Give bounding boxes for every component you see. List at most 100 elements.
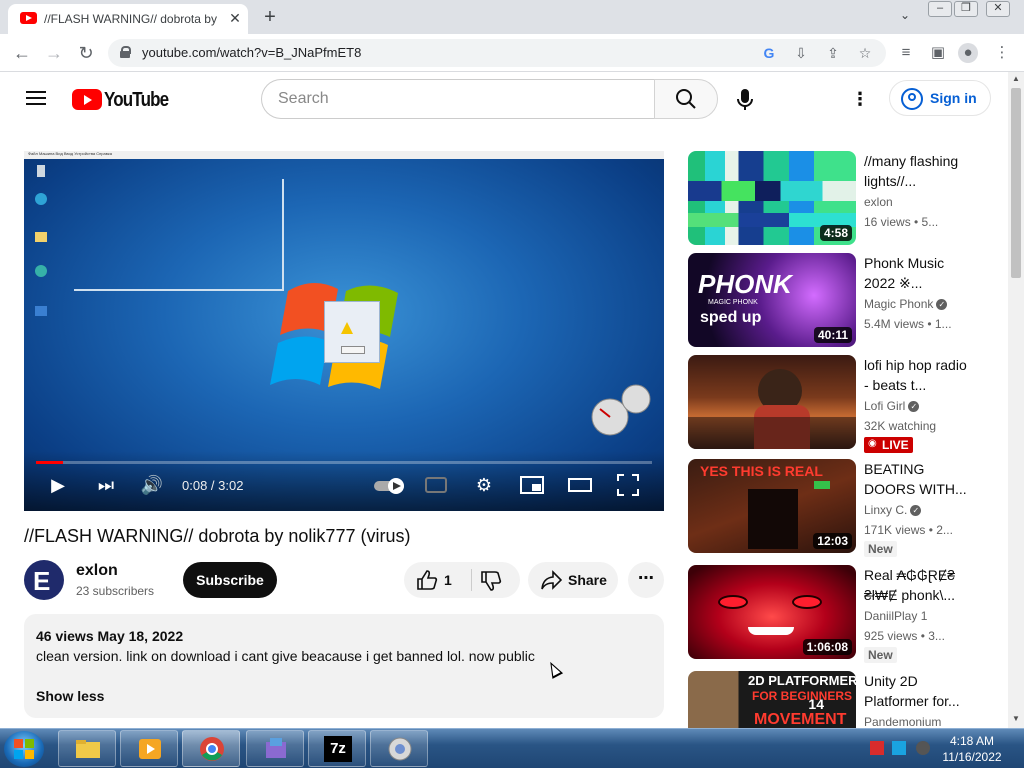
back-arrow-icon[interactable]: ← [10,41,34,65]
recommendation-title[interactable]: //many flashing lights//... [864,151,974,191]
more-options-icon[interactable]: ⋮ [850,88,870,110]
tab-search-chevron-icon[interactable]: ⌄ [896,8,914,26]
bookmark-star-icon[interactable]: ☆ [856,44,874,62]
recommendation-thumbnail[interactable] [688,355,856,449]
volume-icon[interactable]: 🔊 [140,473,164,497]
window-outline [74,179,284,291]
recommendation-channel[interactable]: Lofi Girl ✓ [864,399,920,413]
page-scrollbar[interactable]: ▲ ▼ [1008,72,1024,728]
browser-menu-icon[interactable]: ⋮ [992,43,1012,63]
thumbs-down-icon[interactable] [480,570,502,592]
recommendation-item[interactable]: 1:06:08 Real ₳₲₲ⱤɆ₴ ₴ł₩Ɇ phonk\... Danii… [688,565,988,663]
miniplayer-icon[interactable] [520,473,544,497]
recommendation-item[interactable]: PHONK MAGIC PHONK sped up 40:11 Phonk Mu… [688,253,988,347]
recommendation-thumbnail[interactable]: PHONK MAGIC PHONK sped up 40:11 [688,253,856,347]
duration-badge: 1:06:08 [802,639,852,655]
sign-in-button[interactable]: Sign in [889,80,991,116]
recommendation-title[interactable]: lofi hip hop radio - beats t... [864,355,974,395]
network-tray-icon[interactable] [892,741,906,755]
subscribe-button[interactable]: Subscribe [183,562,277,598]
browser-tab-bar: //FLASH WARNING// dobrota by ✕ + ⌄ – ❐ ✕ [0,0,1024,34]
installer-taskbar-button[interactable] [246,730,304,767]
autoplay-toggle-icon[interactable] [372,473,408,497]
youtube-page: YouTube Search ⋮ Sign in Файл Машина Вид… [0,72,1008,728]
recommendation-thumbnail[interactable]: 1:06:08 [688,565,856,659]
chrome-taskbar-button[interactable] [182,730,240,767]
show-less-button[interactable]: Show less [36,688,104,704]
address-bar[interactable]: youtube.com/watch?v=B_JNaPfmET8 G ⇩ ⇪ ☆ [108,39,886,67]
scrollbar-thumb[interactable] [1011,88,1021,278]
recommendation-item[interactable]: 2D PLATFORMER FOR BEGINNERS MOVEMENT 14 … [688,671,988,728]
clock-time: 4:18 AM [949,734,995,748]
channel-avatar[interactable]: E [24,560,64,600]
theater-mode-icon[interactable] [568,473,592,497]
new-badge: New [864,541,897,557]
tab-close-button[interactable]: ✕ [226,9,244,27]
like-divider [471,569,472,591]
recommendation-channel[interactable]: Linxy C. ✓ [864,503,922,517]
share-label: Share [568,572,607,588]
fullscreen-icon[interactable] [616,473,640,497]
recommendation-title[interactable]: Phonk Music 2022 ※... [864,253,974,293]
thumbs-up-icon[interactable] [416,569,438,591]
duration-badge: 14 [808,696,824,712]
scroll-up-arrow-icon[interactable]: ▲ [1011,74,1021,83]
search-input[interactable]: Search [261,79,655,119]
7zip-taskbar-button[interactable]: 7z [308,730,366,767]
minimize-button[interactable]: – [928,1,952,17]
recommendation-channel[interactable]: DaniilPlay 1 [864,609,927,623]
recommendation-item[interactable]: lofi hip hop radio - beats t... Lofi Gir… [688,355,988,453]
flag-tray-icon[interactable] [870,741,884,755]
system-clock[interactable]: 4:18 AM 11/16/2022 [942,733,1002,765]
recommendation-title[interactable]: Real ₳₲₲ⱤɆ₴ ₴ł₩Ɇ phonk\... [864,565,974,605]
volume-tray-icon[interactable] [916,741,930,755]
7zip-icon: 7z [324,736,352,762]
captions-icon[interactable] [424,473,448,497]
scroll-down-arrow-icon[interactable]: ▼ [1011,714,1021,723]
recommendation-thumbnail[interactable]: 4:58 [688,151,856,245]
channel-name[interactable]: exlon [76,562,118,580]
more-actions-icon[interactable]: ⋯ [628,562,664,598]
share-page-icon[interactable]: ⇪ [824,44,842,62]
video-title: //FLASH WARNING// dobrota by nolik777 (v… [24,526,411,546]
start-button[interactable] [4,731,44,767]
reading-list-icon[interactable]: ≡ [896,43,916,63]
recommendation-thumbnail[interactable]: 2D PLATFORMER FOR BEGINNERS MOVEMENT 14 [688,671,856,728]
install-app-icon[interactable]: ⇩ [792,44,810,62]
recommendation-title[interactable]: Unity 2D Platformer for... [864,671,974,711]
recommendation-thumbnail[interactable]: YES THIS IS REAL 12:03 [688,459,856,553]
hamburger-menu-icon[interactable] [26,90,46,106]
new-tab-button[interactable]: + [258,6,282,30]
youtube-logo[interactable]: YouTube [72,89,172,111]
forward-arrow-icon[interactable]: → [42,41,66,65]
verified-check-icon: ✓ [908,401,920,413]
recommendation-item[interactable]: YES THIS IS REAL 12:03 BEATING DOORS WIT… [688,459,988,557]
recommendation-title[interactable]: BEATING DOORS WITH... [864,459,974,499]
lock-icon[interactable] [120,46,131,58]
progress-bar[interactable] [36,461,652,464]
profile-avatar-icon[interactable]: ● [958,43,978,63]
subscriber-count: 23 subscribers [76,584,155,598]
recommendation-item[interactable]: 4:58 //many flashing lights//... exlon 1… [688,151,988,245]
settings-gear-icon[interactable]: ⚙ [472,473,496,497]
recommendation-channel[interactable]: Magic Phonk ✓ [864,297,948,311]
share-button[interactable]: Share [528,562,618,598]
recommendation-channel[interactable]: exlon [864,195,893,209]
thumb-text: YES THIS IS REAL [700,463,823,479]
close-window-button[interactable]: ✕ [986,1,1010,17]
play-icon[interactable]: ▶ [46,473,70,497]
virtualbox-taskbar-button[interactable] [370,730,428,767]
browser-tab[interactable]: //FLASH WARNING// dobrota by ✕ [8,4,248,34]
restore-button[interactable]: ❐ [954,1,978,17]
media-player-taskbar-button[interactable] [120,730,178,767]
description-box[interactable]: 46 views May 18, 2022 clean version. lin… [24,614,664,718]
reload-icon[interactable]: ↻ [74,41,98,65]
google-lens-icon[interactable]: G [760,44,778,62]
next-icon[interactable]: ⏭ [94,473,118,497]
video-player[interactable]: Файл Машина Вид Ввод Устройства Справка [24,151,664,511]
side-panel-icon[interactable]: ▣ [928,43,948,63]
recommendation-channel[interactable]: Pandemonium [864,715,941,728]
voice-search-button[interactable] [727,81,763,117]
explorer-taskbar-button[interactable] [58,730,116,767]
search-button[interactable] [654,79,718,119]
